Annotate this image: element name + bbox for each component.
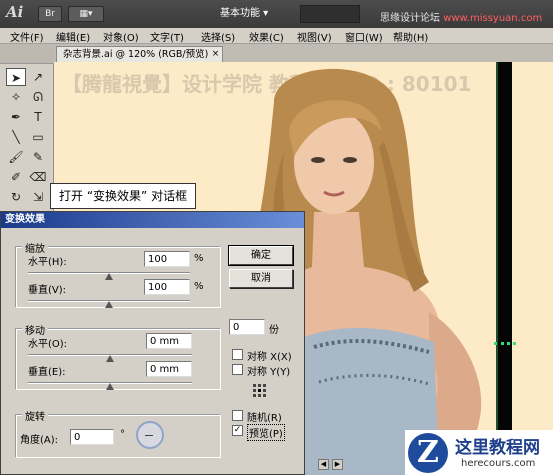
menu-select[interactable]: 选择(S)	[201, 29, 235, 44]
site-logo: Z 这里教程网 herecours.com	[405, 430, 553, 475]
reflect-y-label: 对称 Y(Y)	[247, 367, 291, 378]
transform-effect-dialog: 变换效果 缩放 水平(H): % 垂直(V): % 移动 水平(O): 垂直(E…	[0, 211, 305, 475]
scale-horizontal-input[interactable]	[144, 251, 190, 267]
preview-label: 预览(P)	[247, 424, 285, 441]
document-tab-bar: 杂志背景.ai @ 120% (RGB/预览) ×	[0, 44, 553, 62]
lasso-tool-icon[interactable]: ᘏ	[28, 88, 48, 106]
eraser-tool-icon[interactable]: ⌫	[28, 168, 48, 186]
rotate-group-title: 旋转	[22, 408, 48, 423]
copies-input[interactable]	[229, 319, 265, 335]
scale-vertical-thumb[interactable]	[105, 301, 113, 308]
scale-vertical-slider[interactable]	[28, 300, 190, 308]
tools-panel-grip[interactable]	[0, 44, 54, 64]
scale-horizontal-thumb[interactable]	[105, 273, 113, 280]
random-checkbox[interactable]	[232, 410, 243, 421]
rotate-angle-unit: °	[120, 429, 125, 440]
scale-horizontal-unit: %	[194, 253, 204, 264]
menu-view[interactable]: 视图(V)	[297, 29, 332, 44]
reflect-y-checkbox[interactable]	[232, 364, 243, 375]
reflect-x-checkbox[interactable]	[232, 349, 243, 360]
move-horizontal-slider[interactable]	[28, 354, 192, 362]
pencil-tool-icon[interactable]: ✎	[28, 148, 48, 166]
menu-window[interactable]: 窗口(W)	[345, 29, 383, 44]
smart-guide	[494, 342, 516, 345]
scale-vertical-label: 垂直(V):	[28, 285, 67, 296]
move-horizontal-label: 水平(O):	[28, 339, 68, 350]
menu-bar: 文件(F) 编辑(E) 对象(O) 文字(T) 选择(S) 效果(C) 视图(V…	[0, 28, 553, 44]
tools-panel: ➤ ↗ ✧ ᘏ ✒ T ╲ ▭ 🖌 ✎ ✐ ⌫ ↻ ⇲ ⌗	[0, 44, 54, 224]
scroll-left-icon[interactable]: ◀	[318, 459, 329, 470]
logo-mark: Z	[408, 433, 448, 473]
rotate-tool-icon[interactable]: ↻	[6, 188, 26, 206]
magic-wand-tool-icon[interactable]: ✧	[6, 88, 26, 106]
arrange-documents-button[interactable]: ▦▾	[68, 6, 104, 22]
paintbrush-tool-icon[interactable]: 🖌	[6, 148, 26, 166]
scale-horizontal-label: 水平(H):	[28, 257, 67, 268]
line-tool-icon[interactable]: ╲	[6, 128, 26, 146]
rotate-angle-input[interactable]	[70, 429, 114, 445]
logo-name: 这里教程网	[455, 438, 540, 458]
preview-checkbox[interactable]: ✓	[232, 425, 243, 436]
black-stripe	[496, 62, 512, 475]
menu-effect[interactable]: 效果(C)	[249, 29, 284, 44]
document-tab-label: 杂志背景.ai @ 120% (RGB/预览)	[63, 49, 209, 60]
illustrator-logo: Ai	[6, 3, 24, 21]
scale-horizontal-slider[interactable]	[28, 272, 190, 280]
scale-tool-icon[interactable]: ⇲	[28, 188, 48, 206]
angle-dial[interactable]	[136, 421, 164, 449]
dialog-title: 变换效果	[1, 212, 304, 228]
watermark-site: www.missyuan.com	[443, 13, 543, 24]
move-group: 移动 水平(O): 垂直(E):	[15, 322, 221, 390]
move-horizontal-input[interactable]	[146, 333, 192, 349]
rotate-group: 旋转 角度(A): °	[15, 408, 221, 458]
menu-help[interactable]: 帮助(H)	[393, 29, 428, 44]
move-horizontal-thumb[interactable]	[106, 355, 114, 362]
menu-object[interactable]: 对象(O)	[103, 29, 139, 44]
blob-brush-tool-icon[interactable]: ✐	[6, 168, 26, 186]
search-field[interactable]	[300, 5, 360, 23]
bridge-button[interactable]: Br	[38, 6, 62, 22]
logo-url: herecours.com	[461, 458, 536, 469]
direct-selection-tool-icon[interactable]: ↗	[28, 68, 48, 86]
watermark-prefix: 思缘设计论坛	[380, 13, 444, 24]
instruction-callout: 打开 “变换效果” 对话框	[50, 183, 197, 209]
scale-vertical-input[interactable]	[144, 279, 190, 295]
copies-unit: 份	[269, 325, 279, 336]
scale-vertical-unit: %	[194, 281, 204, 292]
menu-type[interactable]: 文字(T)	[150, 29, 184, 44]
reference-point-locator[interactable]	[253, 384, 267, 398]
move-vertical-thumb[interactable]	[106, 383, 114, 390]
selection-tool-icon[interactable]: ➤	[6, 68, 26, 86]
angle-dial-hand	[145, 435, 153, 436]
menu-file[interactable]: 文件(F)	[10, 29, 44, 44]
move-vertical-slider[interactable]	[28, 382, 192, 390]
ok-button[interactable]: 确定	[228, 245, 294, 266]
close-icon[interactable]: ×	[212, 47, 220, 62]
workspace-switcher[interactable]: 基本功能 ▾	[220, 6, 268, 22]
scale-group: 缩放 水平(H): % 垂直(V): %	[15, 240, 221, 308]
type-tool-icon[interactable]: T	[28, 108, 48, 126]
menu-edit[interactable]: 编辑(E)	[56, 29, 90, 44]
document-tab[interactable]: 杂志背景.ai @ 120% (RGB/预览) ×	[56, 46, 224, 62]
pen-tool-icon[interactable]: ✒	[6, 108, 26, 126]
rectangle-tool-icon[interactable]: ▭	[28, 128, 48, 146]
scroll-right-icon[interactable]: ▶	[332, 459, 343, 470]
app-title-bar: Ai Br ▦▾ 基本功能 ▾ 思缘设计论坛 www.missyuan.com	[0, 0, 553, 28]
canvas-scroll-buttons: ◀ ▶	[318, 459, 364, 471]
site-watermark: 思缘设计论坛 www.missyuan.com	[380, 9, 542, 24]
move-vertical-input[interactable]	[146, 361, 192, 377]
rotate-angle-label: 角度(A):	[20, 435, 59, 446]
move-vertical-label: 垂直(E):	[28, 367, 66, 378]
reflect-x-label: 对称 X(X)	[247, 352, 292, 363]
cancel-button[interactable]: 取消	[229, 269, 293, 288]
random-label: 随机(R)	[247, 413, 282, 424]
